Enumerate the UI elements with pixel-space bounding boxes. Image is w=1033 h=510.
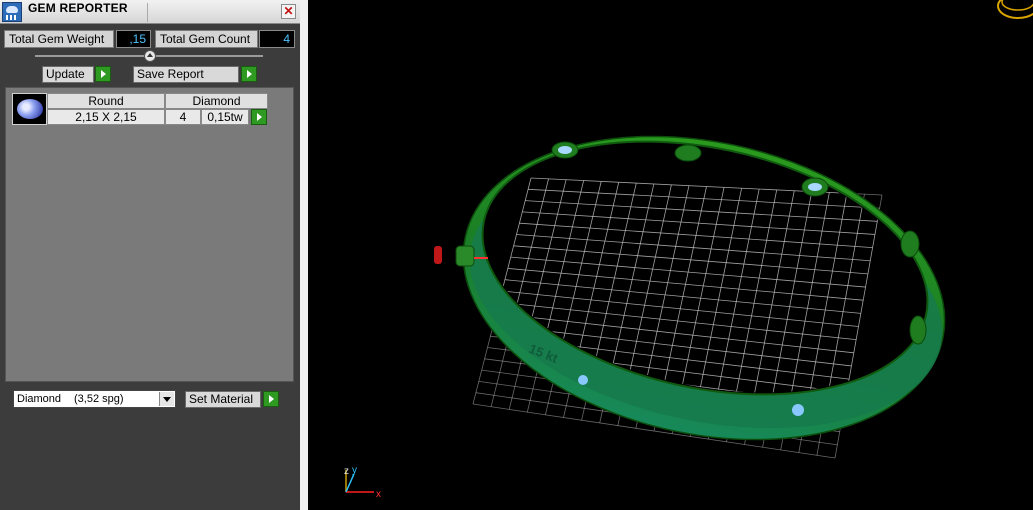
gem-size-cell: 2,15 X 2,15 (47, 109, 165, 125)
axis-label-z: z (344, 466, 349, 477)
dropdown-arrow-icon[interactable] (159, 392, 174, 406)
gem-count-cell: 4 (165, 109, 201, 125)
material-select[interactable]: Diamond (3,52 spg) (13, 390, 176, 408)
total-gem-weight-label: Total Gem Weight (4, 30, 114, 48)
panel-title: GEM REPORTER (28, 1, 128, 15)
gem-list: Round Diamond 2,15 X 2,15 4 0,15tw (5, 87, 294, 382)
play-arrow-icon[interactable] (251, 109, 267, 125)
gem-weight-cell: 0,15tw (201, 109, 249, 125)
ring-model[interactable] (435, 94, 973, 481)
total-gem-count-value: 4 (259, 30, 295, 48)
save-report-button[interactable]: Save Report (133, 66, 239, 83)
axis-label-x: x (376, 489, 381, 500)
title-separator (147, 3, 148, 22)
world-axis-indicator: z y x (344, 465, 381, 500)
gem-reporter-panel: GEM REPORTER ✕ Total Gem Weight ,15 Tota… (0, 0, 300, 510)
orbit-widget-icon[interactable] (997, 0, 1033, 19)
set-material-button[interactable]: Set Material (185, 391, 261, 408)
panel-slider-knob[interactable] (144, 50, 156, 62)
titlebar: GEM REPORTER ✕ (0, 0, 300, 24)
material-name: Diamond (17, 393, 62, 405)
play-arrow-icon[interactable] (95, 66, 111, 82)
app-icon (2, 2, 22, 22)
play-arrow-icon[interactable] (263, 391, 279, 407)
play-arrow-icon[interactable] (241, 66, 257, 82)
material-spg: (3,52 spg) (74, 393, 124, 405)
gem-material-header: Diamond (165, 93, 268, 109)
axis-label-y: y (352, 465, 357, 476)
panel-divider[interactable] (300, 0, 308, 510)
close-icon[interactable]: ✕ (281, 4, 296, 19)
update-button[interactable]: Update (42, 66, 94, 83)
round-gem-icon (12, 93, 47, 125)
gem-shape-header: Round (47, 93, 165, 109)
3d-viewport[interactable]: 15 kt z y x (308, 0, 1033, 510)
total-gem-weight-value: ,15 (116, 30, 151, 48)
total-gem-count-label: Total Gem Count (155, 30, 258, 48)
viewport-canvas: 15 kt z y x (344, 0, 1033, 500)
